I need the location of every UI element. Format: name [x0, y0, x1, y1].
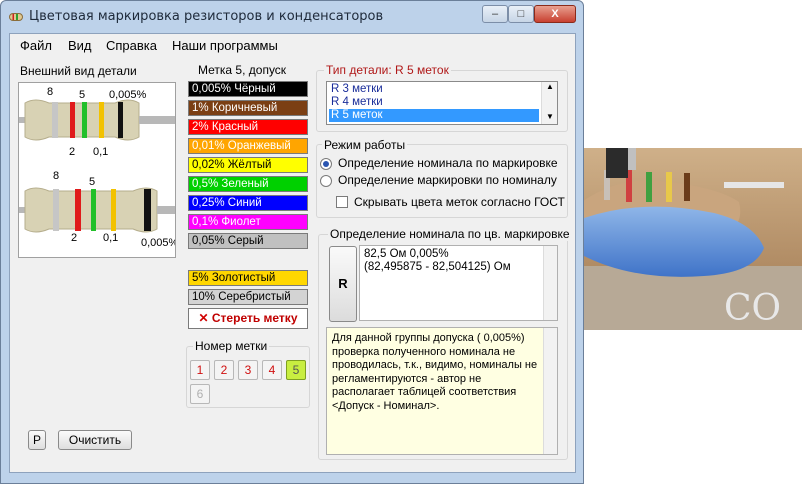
erase-band-button[interactable]: ✕ Стереть метку — [188, 308, 308, 329]
color-item-0[interactable]: 0,005% Чёрный — [188, 81, 308, 97]
result-value: 82,5 Ом 0,005% — [364, 248, 449, 260]
top-label-2: 2 — [69, 146, 75, 158]
bottom-resistor-image — [19, 187, 175, 233]
mode-radio-encode[interactable] — [320, 175, 332, 187]
bottom-resistor-band-2 — [75, 189, 81, 231]
close-button[interactable]: X — [534, 5, 576, 23]
top-resistor-image — [19, 99, 175, 141]
color-item-8[interactable]: 0,05% Серый — [188, 233, 308, 249]
top-resistor-band-4 — [99, 102, 104, 138]
top-resistor-band-1 — [52, 102, 58, 138]
part-type-option-4[interactable]: R 4 метки — [329, 96, 539, 109]
result-range: (82,495875 - 82,504125) Ом — [364, 261, 511, 273]
note-text: Для данной группы допуска ( 0,005%) пров… — [332, 332, 538, 412]
app-window: Цветовая маркировка резисторов и конденс… — [0, 0, 584, 484]
band-6-button[interactable]: 6 — [190, 384, 210, 404]
bottom-label-5: 5 — [89, 176, 95, 188]
color-item-5[interactable]: 0,5% Зеленый — [188, 176, 308, 192]
part-type-option-5[interactable]: R 5 меток — [329, 109, 539, 122]
p-button[interactable]: P — [28, 430, 46, 450]
clear-button[interactable]: Очистить — [58, 430, 132, 450]
colors-panel-label: Метка 5, допуск — [196, 63, 289, 77]
note-textbox[interactable]: Для данной группы допуска ( 0,005%) пров… — [326, 327, 558, 455]
photo-text: CO — [724, 288, 781, 329]
resistor-app-icon — [9, 13, 23, 21]
mode-label: Режим работы — [322, 138, 408, 152]
mode-option-decode-label[interactable]: Определение номинала по маркировке — [338, 156, 558, 170]
menu-file[interactable]: Файл — [20, 38, 52, 53]
nominal-label: Определение номинала по цв. маркировке — [328, 227, 572, 241]
band-2-button[interactable]: 2 — [214, 360, 234, 380]
maximize-button[interactable]: □ — [508, 5, 534, 23]
top-resistor-band-3 — [82, 102, 87, 138]
menu-bar: Файл Вид Справка Наши программы — [10, 34, 575, 56]
mode-radio-decode[interactable] — [320, 158, 332, 170]
band-1-button[interactable]: 1 — [190, 360, 210, 380]
bottom-resistor-band-5 — [144, 189, 151, 231]
menu-view[interactable]: Вид — [68, 38, 92, 53]
bottom-label-8: 8 — [53, 170, 59, 182]
client-area: Файл Вид Справка Наши программы Внешний … — [9, 33, 576, 473]
x-icon: ✕ — [198, 311, 209, 325]
menu-our-programs[interactable]: Наши программы — [172, 38, 278, 53]
bottom-label-2: 2 — [71, 232, 77, 244]
top-resistor-band-2 — [70, 102, 75, 138]
menu-help[interactable]: Справка — [106, 38, 157, 53]
top-label-5: 5 — [79, 89, 85, 101]
color-item-4[interactable]: 0,02% Жёлтый — [188, 157, 308, 173]
part-type-scrollbar[interactable]: ▲ ▼ — [541, 82, 557, 124]
bottom-resistor-band-3 — [91, 189, 96, 231]
color-item-1[interactable]: 1% Коричневый — [188, 100, 308, 116]
top-label-tolerance: 0,005% — [109, 89, 147, 101]
color-item-10[interactable]: 10% Серебристый — [188, 289, 308, 305]
bottom-resistor-band-4 — [111, 189, 116, 231]
part-type-label: Тип детали: R 5 меток — [324, 63, 451, 77]
band-number-label: Номер метки — [193, 339, 270, 353]
title-bar: Цветовая маркировка резисторов и конденс… — [1, 1, 585, 35]
part-type-option-3[interactable]: R 3 метки — [329, 83, 539, 96]
appearance-label: Внешний вид детали — [18, 64, 139, 78]
color-item-2[interactable]: 2% Красный — [188, 119, 308, 135]
gost-checkbox[interactable] — [336, 196, 348, 208]
resistor-picture: 8 5 0,005% 2 0,1 8 5 2 0,1 0,005% — [18, 82, 176, 258]
gost-checkbox-label[interactable]: Скрывать цвета меток согласно ГОСТ — [354, 195, 565, 209]
note-scrollbar[interactable] — [543, 328, 557, 454]
color-item-3[interactable]: 0,01% Оранжевый — [188, 138, 308, 154]
color-item-9[interactable]: 5% Золотистый — [188, 270, 308, 286]
result-textbox[interactable]: 82,5 Ом 0,005% (82,495875 - 82,504125) О… — [359, 245, 558, 321]
mode-option-encode-label[interactable]: Определение маркировки по номиналу — [338, 173, 557, 187]
result-scrollbar[interactable] — [543, 246, 557, 320]
resistor-photo: CO — [584, 148, 802, 330]
bottom-label-tolerance: 0,005% — [141, 237, 175, 249]
top-label-0-1: 0,1 — [93, 146, 108, 158]
top-resistor-band-5 — [118, 102, 123, 138]
color-item-6[interactable]: 0,25% Синий — [188, 195, 308, 211]
calc-r-button[interactable]: R — [329, 246, 357, 322]
band-3-button[interactable]: 3 — [238, 360, 258, 380]
color-item-7[interactable]: 0,1% Фиолет — [188, 214, 308, 230]
bottom-label-0-1: 0,1 — [103, 232, 118, 244]
erase-band-label: Стереть метку — [211, 311, 298, 325]
bottom-resistor-band-1 — [53, 189, 59, 231]
band-5-button[interactable]: 5 — [286, 360, 306, 380]
band-4-button[interactable]: 4 — [262, 360, 282, 380]
top-label-8: 8 — [47, 86, 53, 98]
scroll-down-icon[interactable]: ▼ — [546, 112, 554, 121]
scroll-up-icon[interactable]: ▲ — [546, 82, 554, 91]
window-title: Цветовая маркировка резисторов и конденс… — [29, 9, 384, 24]
minimize-button[interactable]: – — [482, 5, 508, 23]
part-type-listbox[interactable]: R 3 метки R 4 метки R 5 меток ▲ ▼ — [326, 81, 558, 125]
